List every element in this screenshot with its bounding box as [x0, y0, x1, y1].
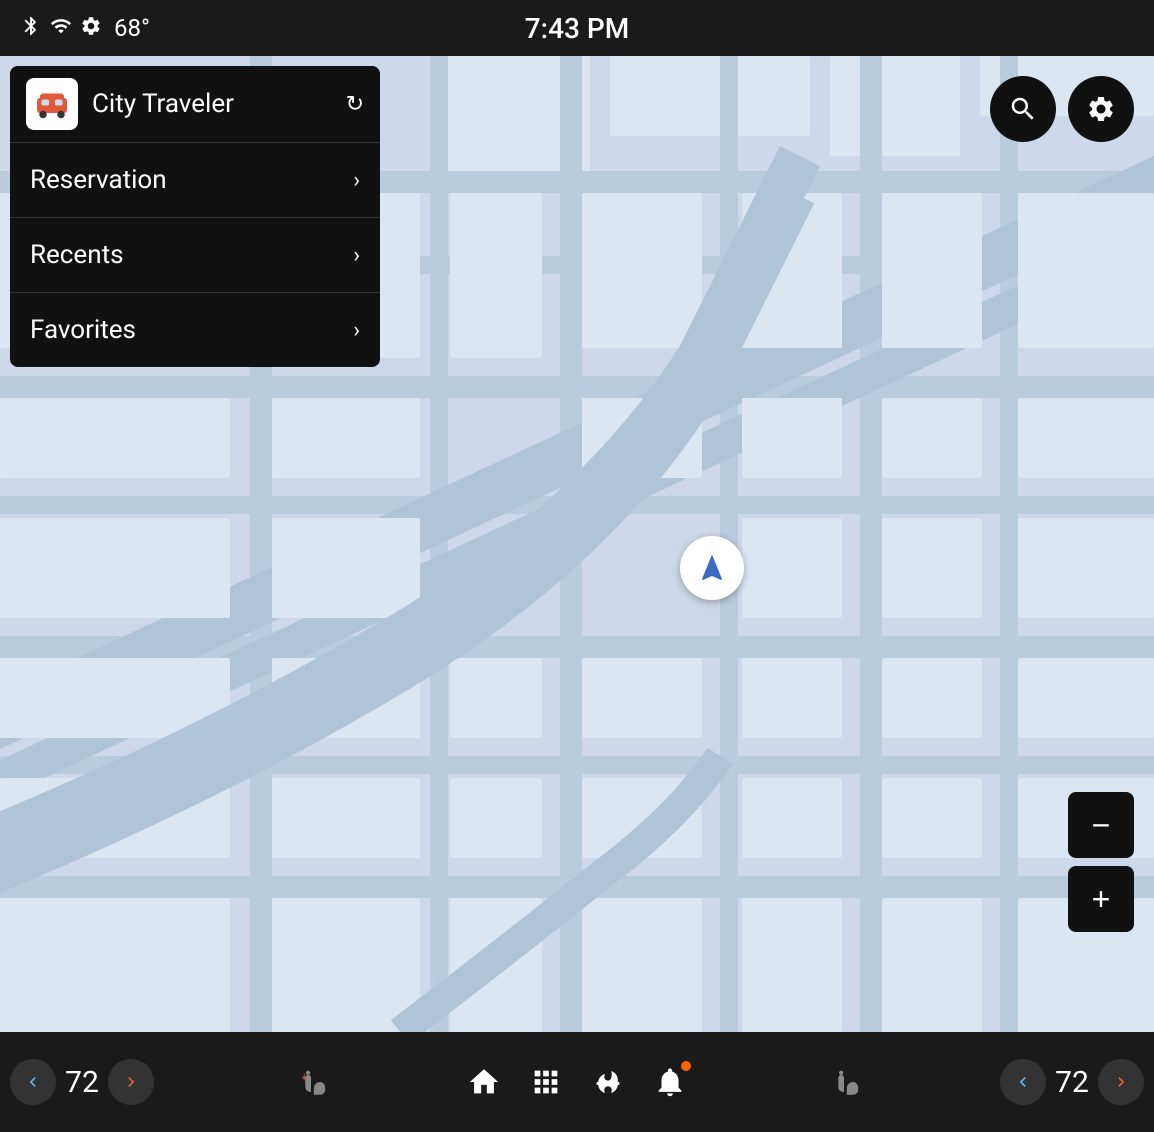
notification-badge [681, 1061, 691, 1071]
gear-icon [1086, 94, 1116, 124]
signal-icon [50, 15, 72, 42]
right-temp-decrease-button[interactable] [1000, 1059, 1046, 1105]
navigation-arrow-icon [696, 552, 728, 584]
apps-button[interactable] [529, 1065, 563, 1099]
home-button[interactable] [467, 1065, 501, 1099]
status-left-icons: 68° [20, 14, 150, 42]
left-temp-control: 72 [10, 1059, 154, 1105]
search-button[interactable] [990, 76, 1056, 142]
settings-status-icon [80, 15, 102, 42]
bottom-bar: 72 [0, 1032, 1154, 1132]
top-right-buttons [990, 76, 1134, 142]
left-temp-increase-button[interactable] [108, 1059, 154, 1105]
temperature-status: 68° [114, 14, 150, 42]
left-temp-value: 72 [62, 1065, 102, 1100]
favorites-chevron: › [353, 318, 360, 343]
location-pin [680, 536, 744, 600]
favorites-label: Favorites [30, 315, 136, 345]
menu-item-recents[interactable]: Recents › [10, 218, 380, 293]
nav-icons [467, 1065, 687, 1099]
right-temp-value: 72 [1052, 1065, 1092, 1100]
bell-icon [653, 1065, 687, 1099]
reservation-label: Reservation [30, 165, 167, 195]
bluetooth-icon [20, 15, 42, 42]
zoom-in-button[interactable]: + [1068, 866, 1134, 932]
settings-button[interactable] [1068, 76, 1134, 142]
recents-label: Recents [30, 240, 124, 270]
car-icon [34, 86, 70, 122]
right-temp-increase-button[interactable] [1098, 1059, 1144, 1105]
reservation-chevron: › [353, 168, 360, 193]
refresh-button[interactable]: ↻ [346, 91, 364, 117]
right-temp-control: 72 [1000, 1059, 1144, 1105]
seat-heat-left-icon[interactable] [294, 1065, 328, 1099]
app-icon-wrapper [26, 78, 78, 130]
app-title: City Traveler [92, 89, 346, 119]
recents-chevron: › [353, 243, 360, 268]
fan-icon [591, 1065, 625, 1099]
seat-icon-right [827, 1065, 861, 1099]
notification-button[interactable] [653, 1065, 687, 1099]
zoom-out-button[interactable]: − [1068, 792, 1134, 858]
left-arrow-icon [23, 1072, 43, 1092]
time-display: 7:43 PM [525, 12, 629, 45]
search-icon [1008, 94, 1038, 124]
zoom-controls: − + [1068, 792, 1134, 932]
panel-header: City Traveler ↻ [10, 66, 380, 143]
app-panel: City Traveler ↻ Reservation › Recents › … [10, 66, 380, 367]
menu-item-reservation[interactable]: Reservation › [10, 143, 380, 218]
map-area: City Traveler ↻ Reservation › Recents › … [0, 56, 1154, 1032]
status-bar: 68° 7:43 PM [0, 0, 1154, 56]
right-arrow-icon [121, 1072, 141, 1092]
menu-item-favorites[interactable]: Favorites › [10, 293, 380, 367]
seat-heat-right-icon[interactable] [827, 1065, 861, 1099]
pin-circle [680, 536, 744, 600]
right-temp-left-arrow-icon [1013, 1072, 1033, 1092]
home-icon [467, 1065, 501, 1099]
seat-icon-left [294, 1065, 328, 1099]
right-temp-right-arrow-icon [1111, 1072, 1131, 1092]
fan-button[interactable] [591, 1065, 625, 1099]
left-temp-decrease-button[interactable] [10, 1059, 56, 1105]
grid-icon [529, 1065, 563, 1099]
